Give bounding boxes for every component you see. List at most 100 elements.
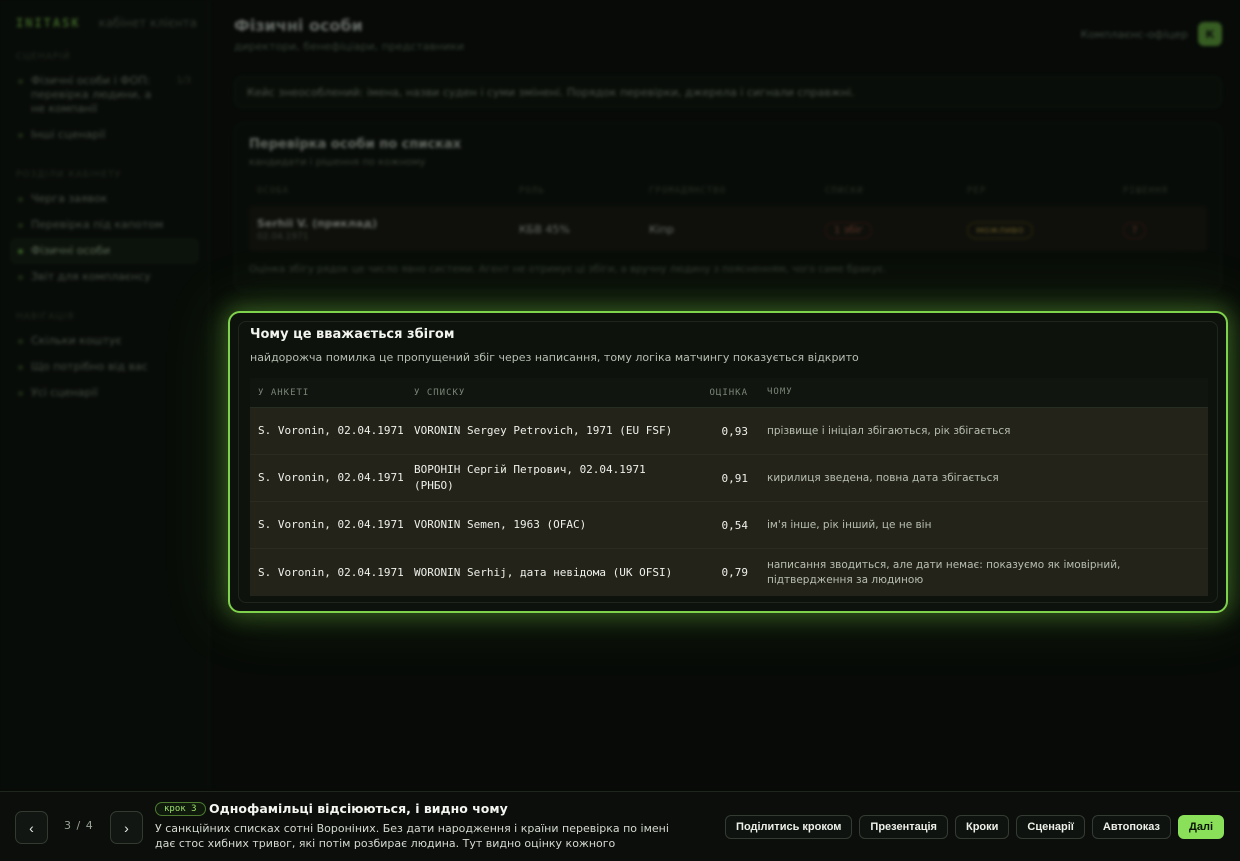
table-row: S. Voronin, 02.04.1971 ВОРОНІН Сергій Пе… bbox=[250, 455, 1208, 502]
card-title: Чому це вважається збігом bbox=[250, 327, 455, 342]
brand-logo[interactable]: INITASK bbox=[16, 16, 81, 30]
chevron-right-icon: › bbox=[124, 819, 129, 836]
card-title: Перевірка особи по списках bbox=[249, 137, 462, 152]
bullet-icon bbox=[18, 79, 23, 84]
card-subtitle: найдорожча помилка це пропущений збіг че… bbox=[250, 351, 859, 364]
step-badge: крок 3 bbox=[155, 802, 206, 816]
role-cell: КБВ 45% bbox=[519, 222, 570, 236]
presentation-button[interactable]: Презентація bbox=[859, 815, 948, 839]
lists-cell: 1 збіг bbox=[825, 221, 967, 239]
score-cell: 0,54 bbox=[721, 518, 749, 532]
pep-badge: можливо bbox=[967, 221, 1033, 239]
next-button[interactable]: Далі bbox=[1178, 815, 1224, 839]
match-explanation-card: Чому це вважається збігом найдорожча пом… bbox=[228, 311, 1228, 613]
table-row[interactable]: Serhii V. (приклад) 02.04.1971 КБВ 45% К… bbox=[249, 206, 1207, 252]
user-role: Комплаєнс-офіцер bbox=[1080, 27, 1188, 41]
user-menu[interactable]: Комплаєнс-офіцер К bbox=[1081, 22, 1222, 46]
case-banner: Кейс знеособлений: імена, назви суден і … bbox=[234, 76, 1222, 108]
sidebar-item-label: Черга заявок bbox=[31, 192, 108, 205]
table-row: S. Voronin, 02.04.1971 VORONIN Semen, 19… bbox=[250, 502, 1208, 549]
sidebar: INITASK кабінет клієнта Сценарій Фізичні… bbox=[0, 0, 210, 790]
column-header: PEP bbox=[967, 186, 987, 196]
step-description: У санкційних списках сотні Воронiних. Бе… bbox=[155, 822, 669, 850]
anketa-cell: S. Voronin, 02.04.1971 bbox=[258, 565, 404, 579]
sidebar-section-label: Навігація bbox=[16, 312, 75, 322]
decision-cell: ? bbox=[1123, 221, 1183, 239]
share-step-button[interactable]: Поділитись кроком bbox=[725, 815, 853, 839]
sidebar-item-label: Фізичні особи і ФОП: перевірка людини, а… bbox=[31, 74, 152, 115]
person-name: Serhii V. (приклад) bbox=[257, 216, 378, 230]
sidebar-item-all-scenarios[interactable]: Усі сценарії bbox=[10, 380, 199, 406]
person-dob: 02.04.1971 bbox=[257, 231, 309, 242]
bullet-icon bbox=[18, 275, 23, 280]
sidebar-item-label: Усі сценарії bbox=[31, 386, 98, 399]
scenarios-button[interactable]: Сценарії bbox=[1016, 815, 1085, 839]
sidebar-section-label: Сценарій bbox=[16, 52, 71, 62]
bullet-icon bbox=[18, 339, 23, 344]
score-cell: 0,91 bbox=[721, 471, 749, 485]
column-header-list: У списку bbox=[414, 387, 466, 398]
why-cell: ім'я інше, рік інший, це не він bbox=[767, 518, 932, 531]
column-header-anketa: У анкеті bbox=[258, 387, 310, 398]
sidebar-item-scenario[interactable]: Фізичні особи і ФОП: перевірка людини, а… bbox=[10, 68, 199, 122]
why-cell: кирилиця зведена, повна дата збігається bbox=[767, 471, 999, 484]
list-cell: VORONIN Semen, 1963 (OFAC) bbox=[414, 518, 587, 531]
list-cell: VORONIN Sergey Petrovich, 1971 (EU FSF) bbox=[414, 424, 673, 437]
column-header: Громадянство bbox=[649, 186, 727, 196]
bullet-icon bbox=[18, 249, 23, 254]
next-step-arrow-button[interactable]: › bbox=[110, 811, 143, 844]
citizenship-cell: Кіпр bbox=[649, 222, 675, 236]
score-cell: 0,79 bbox=[721, 566, 749, 579]
steps-button[interactable]: Кроки bbox=[954, 815, 1010, 839]
page-title: Фізичні особи bbox=[234, 16, 363, 35]
sidebar-item-under-hood[interactable]: Перевірка під капотом bbox=[10, 212, 199, 238]
bullet-icon bbox=[18, 365, 23, 370]
column-header: Рішення bbox=[1123, 186, 1168, 196]
sidebar-item-other-scenarios[interactable]: Інші сценарії bbox=[10, 122, 199, 148]
column-header: Роль bbox=[519, 186, 545, 196]
brand: INITASK кабінет клієнта bbox=[10, 16, 199, 30]
decision-badge[interactable]: ? bbox=[1123, 221, 1147, 239]
table-header: Особа Роль Громадянство Списки PEP Рішен… bbox=[249, 186, 1207, 196]
sidebar-item-individuals[interactable]: Фізичні особи bbox=[10, 238, 199, 264]
page-header: Фізичні особи директори, бенефіціари, пр… bbox=[234, 16, 1222, 56]
lists-badge: 1 збіг bbox=[825, 221, 873, 239]
avatar[interactable]: К bbox=[1198, 22, 1222, 46]
column-header-why: Чому bbox=[767, 387, 793, 397]
anketa-cell: S. Voronin, 02.04.1971 bbox=[258, 518, 404, 531]
screening-card: Перевірка особи по списках кандидати і р… bbox=[234, 122, 1222, 292]
sidebar-item-pricing[interactable]: Скільки коштує bbox=[10, 328, 199, 354]
step-title: Однофамільці відсіюються, і видно чому bbox=[209, 801, 508, 816]
sidebar-item-label: Фізичні особи bbox=[31, 244, 111, 257]
sidebar-item-compliance-report[interactable]: Звіт для комплаєнсу bbox=[10, 264, 199, 290]
list-cell: WORONIN Serhij, дата невідома (UK OFSI) bbox=[414, 565, 673, 579]
tour-actions: Поділитись кроком Презентація Кроки Сцен… bbox=[725, 815, 1224, 839]
sidebar-item-label: Скільки коштує bbox=[31, 334, 122, 347]
sidebar-item-requirements[interactable]: Що потрібно від вас bbox=[10, 354, 199, 380]
step-counter: 3 / 4 bbox=[64, 819, 94, 832]
score-cell: 0,93 bbox=[721, 424, 749, 438]
table-row: S. Voronin, 02.04.1971 WORONIN Serhij, д… bbox=[250, 549, 1208, 596]
card-subtitle: кандидати і рішення по кожному bbox=[249, 157, 426, 168]
person-cell: Serhii V. (приклад) 02.04.1971 bbox=[257, 217, 519, 242]
anketa-cell: S. Voronin, 02.04.1971 bbox=[258, 424, 404, 437]
table-row: S. Voronin, 02.04.1971 VORONIN Sergey Pe… bbox=[250, 408, 1208, 455]
sidebar-item-queue[interactable]: Черга заявок bbox=[10, 186, 199, 212]
column-header: Особа bbox=[257, 186, 290, 196]
prev-step-button[interactable]: ‹ bbox=[15, 811, 48, 844]
card-footnote: Оцінка збігу рядок це число явно системи… bbox=[249, 264, 887, 275]
bullet-icon bbox=[18, 133, 23, 138]
autoplay-button[interactable]: Автопоказ bbox=[1091, 815, 1171, 839]
chevron-left-icon: ‹ bbox=[29, 819, 34, 836]
sidebar-item-label: Перевірка під капотом bbox=[31, 218, 164, 231]
bullet-icon bbox=[18, 391, 23, 396]
bullet-icon bbox=[18, 197, 23, 202]
pep-cell: можливо bbox=[967, 221, 1123, 239]
sidebar-item-label: Інші сценарії bbox=[31, 128, 106, 141]
sidebar-section-label: Розділи кабінету bbox=[16, 170, 122, 180]
sidebar-item-label: Звіт для комплаєнсу bbox=[31, 270, 151, 283]
why-cell: прізвище і ініціал збігаються, рік збіга… bbox=[767, 424, 1011, 437]
column-header-score: Оцінка bbox=[709, 387, 748, 398]
bullet-icon bbox=[18, 223, 23, 228]
anketa-cell: S. Voronin, 02.04.1971 bbox=[258, 471, 404, 484]
